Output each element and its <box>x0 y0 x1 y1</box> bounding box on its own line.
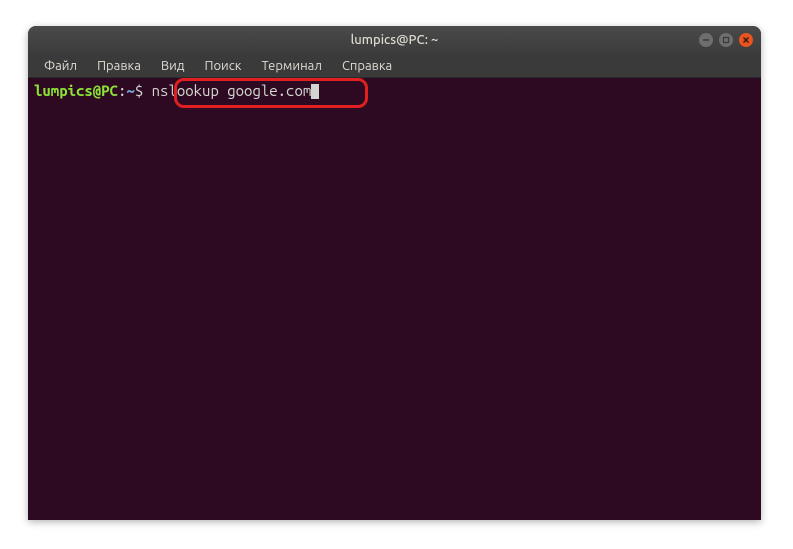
menu-search[interactable]: Поиск <box>194 57 251 75</box>
close-icon <box>742 36 750 44</box>
terminal-content[interactable]: lumpics@PC:~$ nslookup google.com <box>28 78 761 104</box>
terminal-window: lumpics@PC: ~ Файл Правка Вид Поиск Терм… <box>28 26 761 520</box>
titlebar: lumpics@PC: ~ <box>28 26 761 54</box>
close-button[interactable] <box>739 33 753 47</box>
menu-help[interactable]: Справка <box>332 57 402 75</box>
maximize-button[interactable] <box>719 33 733 47</box>
menu-edit[interactable]: Правка <box>87 57 151 75</box>
prompt-symbol: $ <box>135 82 143 99</box>
maximize-icon <box>722 36 730 44</box>
cursor <box>311 84 319 99</box>
minimize-icon <box>702 36 710 44</box>
window-title: lumpics@PC: ~ <box>351 33 439 47</box>
window-controls <box>699 33 753 47</box>
menu-file[interactable]: Файл <box>34 57 87 75</box>
prompt-user-host: lumpics@PC <box>34 82 118 99</box>
prompt-path: ~ <box>126 82 134 99</box>
menubar: Файл Правка Вид Поиск Терминал Справка <box>28 54 761 78</box>
minimize-button[interactable] <box>699 33 713 47</box>
menu-terminal[interactable]: Терминал <box>251 57 331 75</box>
command-input: nslookup google.com <box>152 82 312 99</box>
menu-view[interactable]: Вид <box>151 57 195 75</box>
